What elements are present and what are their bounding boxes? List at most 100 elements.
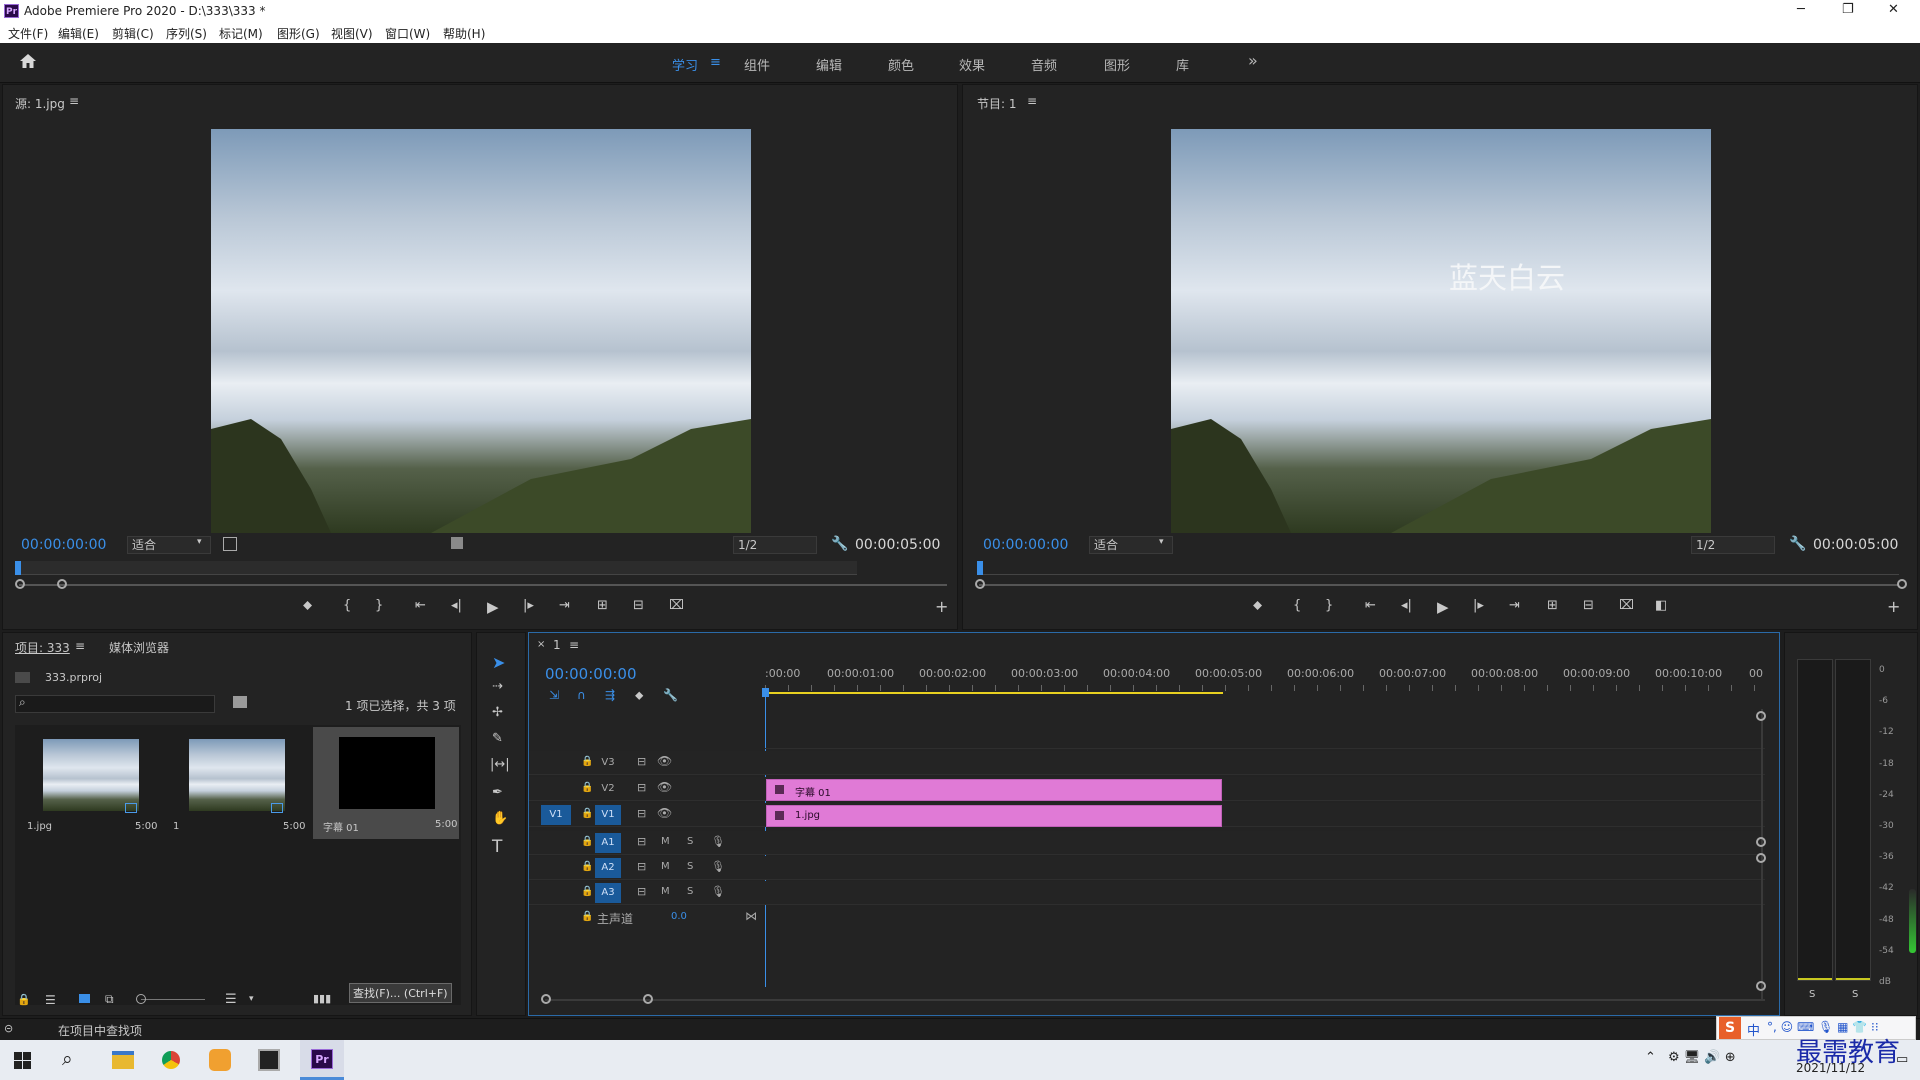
tab-project[interactable]: 项目: 333 bbox=[15, 639, 70, 656]
project-item-sequence-1[interactable]: 1 5:00 bbox=[165, 729, 309, 841]
track-lock-icon[interactable]: 🔒 bbox=[581, 886, 593, 897]
work-area-bar[interactable] bbox=[765, 692, 1223, 694]
windows-start-icon[interactable] bbox=[14, 1052, 31, 1069]
ime-mode-indicator[interactable]: 中 bbox=[1747, 1020, 1760, 1039]
go-to-out-icon[interactable]: ⇥ bbox=[1509, 598, 1520, 613]
lock-icon[interactable]: 🔒 bbox=[17, 993, 31, 1006]
more-workspaces-icon[interactable]: » bbox=[1248, 51, 1258, 70]
program-scrub-bar[interactable] bbox=[979, 561, 1899, 575]
play-icon[interactable]: ▶ bbox=[487, 598, 499, 616]
track-select-tool-icon[interactable]: ⇢ bbox=[492, 679, 503, 694]
chevron-down-icon[interactable]: ▾ bbox=[249, 994, 254, 1004]
safe-margins-icon[interactable] bbox=[223, 537, 237, 551]
track-label-a3[interactable]: A3 bbox=[595, 883, 621, 903]
track-lock-icon[interactable]: 🔒 bbox=[581, 756, 593, 767]
new-bin-icon[interactable] bbox=[233, 696, 247, 708]
thumbnail-size-slider[interactable] bbox=[141, 999, 205, 1000]
video-scroll-handle-bottom[interactable] bbox=[1756, 837, 1766, 847]
source-zoom-handle-left[interactable] bbox=[15, 579, 25, 589]
source-patch-v1[interactable]: V1 bbox=[541, 805, 571, 825]
export-frame-icon[interactable]: ⌧ bbox=[1619, 598, 1634, 613]
eye-icon[interactable]: 👁 bbox=[657, 806, 672, 820]
source-button-editor-icon[interactable]: + bbox=[935, 597, 948, 616]
program-zoom-handle-right[interactable] bbox=[1897, 579, 1907, 589]
sync-lock-icon[interactable]: ⊟ bbox=[637, 885, 646, 898]
solo-left-button[interactable]: S bbox=[1809, 989, 1815, 1000]
source-resolution-dropdown[interactable]: 1/2 bbox=[733, 536, 817, 554]
freeform-view-icon[interactable]: ⧉ bbox=[105, 992, 114, 1007]
mute-button[interactable]: M bbox=[661, 836, 670, 847]
master-volume-value[interactable]: 0.0 bbox=[671, 911, 687, 922]
timeline-panel-menu-icon[interactable]: ≡ bbox=[569, 638, 579, 652]
clip-1jpg[interactable]: 1.jpg bbox=[766, 805, 1222, 827]
track-lock-icon[interactable]: 🔒 bbox=[581, 861, 593, 872]
insert-icon[interactable]: ⊞ bbox=[597, 598, 608, 613]
track-lock-icon[interactable]: 🔒 bbox=[581, 808, 593, 819]
minimize-button[interactable]: ─ bbox=[1797, 2, 1805, 17]
chrome-icon[interactable] bbox=[160, 1049, 182, 1071]
hand-tool-icon[interactable]: ✋ bbox=[492, 811, 508, 826]
timeline-scroll-handle-left[interactable] bbox=[541, 994, 551, 1004]
icon-view-icon[interactable] bbox=[79, 994, 90, 1003]
microphone-icon[interactable]: 🎙 bbox=[711, 885, 725, 898]
search-icon[interactable]: ⌕ bbox=[62, 1048, 73, 1070]
tab-audio[interactable]: 音频 bbox=[1031, 55, 1057, 74]
tab-libraries[interactable]: 库 bbox=[1176, 55, 1189, 74]
source-settings-wrench-icon[interactable]: 🔧 bbox=[831, 536, 848, 552]
source-panel-menu-icon[interactable]: ≡ bbox=[69, 94, 79, 108]
program-zoom-bar[interactable] bbox=[979, 584, 1899, 586]
track-lock-icon[interactable]: 🔒 bbox=[581, 836, 593, 847]
tab-editing[interactable]: 编辑 bbox=[816, 55, 842, 74]
notification-icon[interactable]: ▭ bbox=[1896, 1052, 1908, 1067]
time-ruler[interactable]: :00:00 00:00:01:00 00:00:02:00 00:00:03:… bbox=[765, 667, 1765, 695]
pen-tool-icon[interactable]: ✒ bbox=[492, 785, 503, 800]
menu-window[interactable]: 窗口(W) bbox=[385, 25, 430, 42]
audio-scroll-handle-bottom[interactable] bbox=[1756, 981, 1766, 991]
go-to-edit-icon[interactable]: ⋈ bbox=[745, 909, 757, 923]
export-frame-icon[interactable]: ⌧ bbox=[669, 598, 684, 613]
photos-app-icon[interactable] bbox=[258, 1049, 280, 1071]
solo-button[interactable]: S bbox=[687, 861, 693, 872]
timeline-scroll-handle-right[interactable] bbox=[643, 994, 653, 1004]
go-to-out-icon[interactable]: ⇥ bbox=[559, 598, 570, 613]
tab-color[interactable]: 颜色 bbox=[888, 55, 914, 74]
step-forward-icon[interactable]: |▸ bbox=[523, 598, 534, 613]
source-playhead[interactable] bbox=[15, 561, 21, 575]
track-lock-icon[interactable]: 🔒 bbox=[581, 911, 593, 922]
tray-icons[interactable]: ⚙ 🖥 🔊 ⊕ bbox=[1668, 1050, 1736, 1065]
list-view-icon[interactable]: ☰ bbox=[45, 993, 56, 1007]
browser-app-icon[interactable] bbox=[209, 1049, 231, 1071]
maximize-button[interactable]: ❐ bbox=[1842, 2, 1854, 17]
mute-button[interactable]: M bbox=[661, 861, 670, 872]
video-scroll-handle-top[interactable] bbox=[1756, 711, 1766, 721]
eye-icon[interactable]: 👁 bbox=[657, 780, 672, 794]
program-button-editor-icon[interactable]: + bbox=[1887, 597, 1900, 616]
step-back-icon[interactable]: ◂| bbox=[451, 598, 462, 613]
timeline-timecode[interactable]: 00:00:00:00 bbox=[545, 665, 637, 683]
play-icon[interactable]: ▶ bbox=[1437, 598, 1449, 616]
source-zoom-bar[interactable] bbox=[19, 584, 947, 586]
program-settings-wrench-icon[interactable]: 🔧 bbox=[1789, 536, 1806, 552]
sync-lock-icon[interactable]: ⊟ bbox=[637, 755, 646, 768]
project-search-input[interactable] bbox=[15, 695, 215, 713]
tab-assembly[interactable]: 组件 bbox=[744, 55, 770, 74]
type-tool-icon[interactable]: T bbox=[492, 837, 502, 857]
program-resolution-dropdown[interactable]: 1/2 bbox=[1691, 536, 1775, 554]
timeline-horizontal-scrollbar[interactable] bbox=[545, 999, 1765, 1001]
sogou-logo-icon[interactable]: S bbox=[1719, 1017, 1741, 1039]
automate-icon[interactable]: ▮▮▮ bbox=[313, 992, 331, 1005]
track-label-a1[interactable]: A1 bbox=[595, 833, 621, 853]
mark-in-icon[interactable]: { bbox=[343, 598, 351, 613]
mute-button[interactable]: M bbox=[661, 886, 670, 897]
menu-help[interactable]: 帮助(H) bbox=[443, 25, 485, 42]
tab-effects[interactable]: 效果 bbox=[959, 55, 985, 74]
lift-icon[interactable]: ⊞ bbox=[1547, 598, 1558, 613]
step-forward-icon[interactable]: |▸ bbox=[1473, 598, 1484, 613]
track-label-v1[interactable]: V1 bbox=[595, 805, 621, 825]
project-item-title-01[interactable]: 字幕 01 5:00 bbox=[313, 727, 459, 839]
premiere-taskbar-icon[interactable]: Pr bbox=[300, 1040, 344, 1080]
eye-icon[interactable]: 👁 bbox=[657, 754, 672, 768]
menu-marker[interactable]: 标记(M) bbox=[219, 25, 263, 42]
program-monitor-title[interactable]: 节目: 1 bbox=[977, 95, 1017, 112]
comparison-view-icon[interactable]: ◧ bbox=[1655, 598, 1667, 613]
